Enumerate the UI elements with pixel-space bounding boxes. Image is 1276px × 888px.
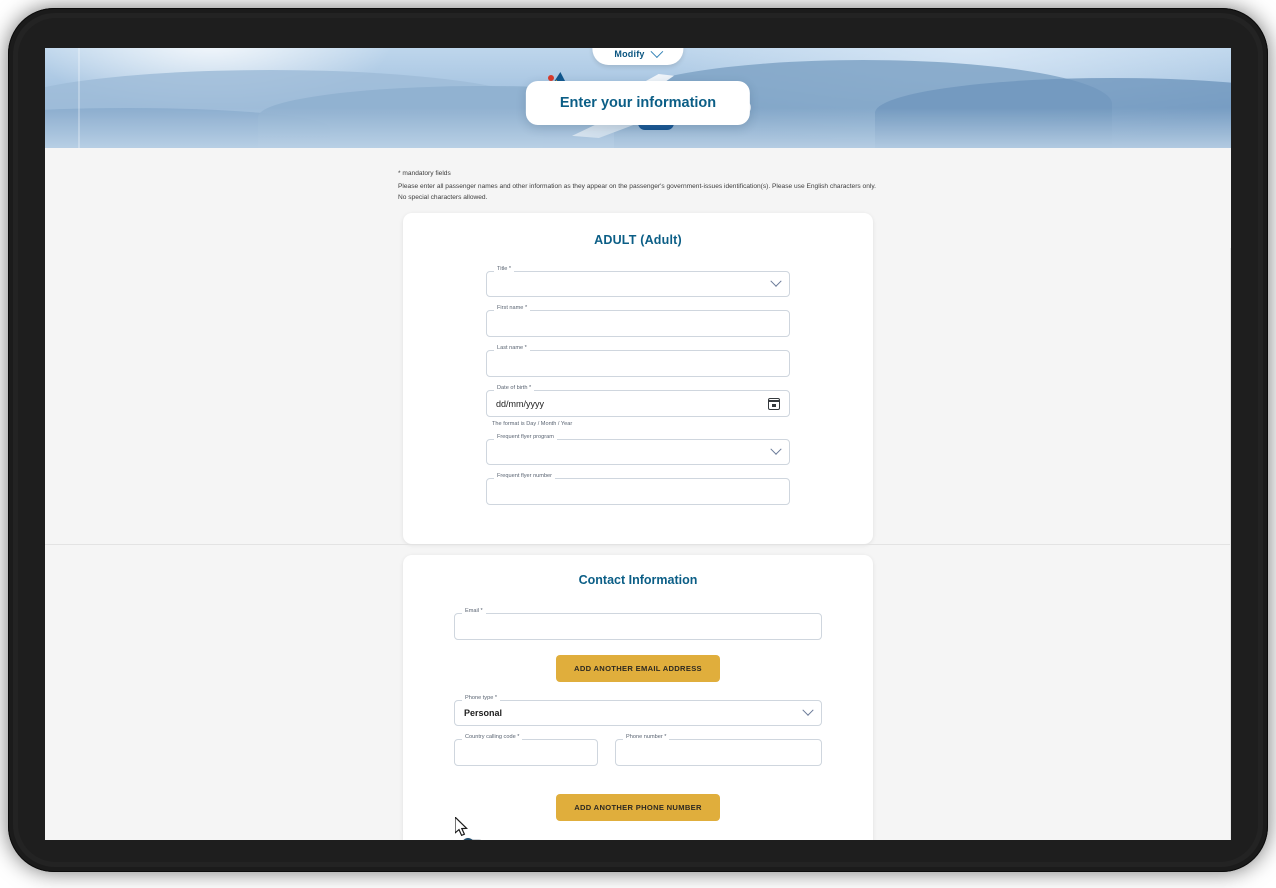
- modify-tab[interactable]: Modify: [592, 48, 684, 65]
- mandatory-fields-note: * mandatory fields: [398, 170, 451, 177]
- date-of-birth-label: Date of birth *: [494, 385, 535, 392]
- contact-heading: Contact Information: [578, 573, 698, 588]
- page-content: * mandatory fields Please enter all pass…: [45, 148, 1231, 840]
- page-title: Enter your information: [525, 81, 751, 125]
- contact-card: Contact Information Email * ADD ANOTHER …: [403, 555, 873, 840]
- passenger-heading: ADULT (Adult): [594, 233, 682, 248]
- content-right-edge: [1230, 248, 1231, 840]
- modify-tab-label: Modify: [614, 49, 645, 59]
- country-calling-code-label: Country calling code *: [462, 734, 523, 741]
- tablet-device-frame: Modify Enter your information * mandator…: [8, 8, 1268, 872]
- chevron-down-icon: [802, 704, 814, 716]
- add-another-email-button[interactable]: ADD ANOTHER EMAIL ADDRESS: [556, 655, 720, 683]
- instructions-text: Please enter all passenger names and oth…: [398, 183, 876, 201]
- phone-row: Country calling code * Phone number *: [454, 734, 822, 779]
- chevron-down-icon: [770, 443, 782, 455]
- emergency-contact-toggle[interactable]: [462, 837, 483, 840]
- title-select[interactable]: Title *: [486, 266, 790, 298]
- phone-type-select[interactable]: Personal Phone type *: [454, 695, 822, 727]
- section-divider: [45, 544, 1231, 546]
- last-name-label: Last name *: [494, 345, 530, 352]
- chevron-down-icon: [650, 48, 664, 58]
- last-name-input[interactable]: Last name *: [486, 345, 790, 378]
- phone-number-input[interactable]: Phone number *: [615, 734, 822, 767]
- email-field[interactable]: Email *: [454, 608, 822, 641]
- frequent-flyer-number-input[interactable]: Frequent flyer number: [486, 473, 790, 506]
- first-name-label: First name *: [494, 305, 531, 312]
- form-notes: * mandatory fields Please enter all pass…: [45, 148, 1231, 203]
- frequent-flyer-program-label: Frequent flyer program: [494, 434, 557, 441]
- page-title-label: Enter your information: [559, 95, 717, 111]
- phone-number-label: Phone number *: [623, 734, 670, 741]
- phone-type-label: Phone type *: [462, 695, 501, 702]
- country-calling-code-input[interactable]: Country calling code *: [454, 734, 598, 767]
- contact-fields: Email * ADD ANOTHER EMAIL ADDRESS Person…: [454, 608, 822, 840]
- toggle-knob: [462, 837, 474, 840]
- date-of-birth-input[interactable]: dd/mm/yyyy Date of birth *: [486, 385, 790, 418]
- email-label: Email *: [462, 608, 486, 615]
- chevron-down-icon: [770, 275, 782, 287]
- frequent-flyer-program-select[interactable]: Frequent flyer program: [486, 434, 790, 466]
- calendar-icon[interactable]: [768, 397, 780, 410]
- banner-seam: [78, 48, 80, 148]
- hero-banner: Modify Enter your information: [45, 48, 1231, 148]
- add-another-phone-button[interactable]: ADD ANOTHER PHONE NUMBER: [556, 794, 720, 822]
- date-format-hint: The format is Day / Month / Year: [492, 421, 573, 428]
- phone-type-value: Personal: [464, 708, 503, 719]
- emergency-contact-toggle-row: Fill emergency contact: [462, 837, 822, 840]
- title-label: Title *: [494, 266, 515, 273]
- browser-viewport: Modify Enter your information * mandator…: [45, 48, 1231, 840]
- frequent-flyer-number-label: Frequent flyer number: [494, 473, 556, 480]
- first-name-input[interactable]: First name *: [486, 305, 790, 338]
- passenger-fields: Title * First name * Last name * dd/mm/y…: [486, 266, 790, 506]
- passenger-card: ADULT (Adult) Title * First name * Last …: [403, 213, 873, 545]
- date-of-birth-value: dd/mm/yyyy: [496, 398, 545, 409]
